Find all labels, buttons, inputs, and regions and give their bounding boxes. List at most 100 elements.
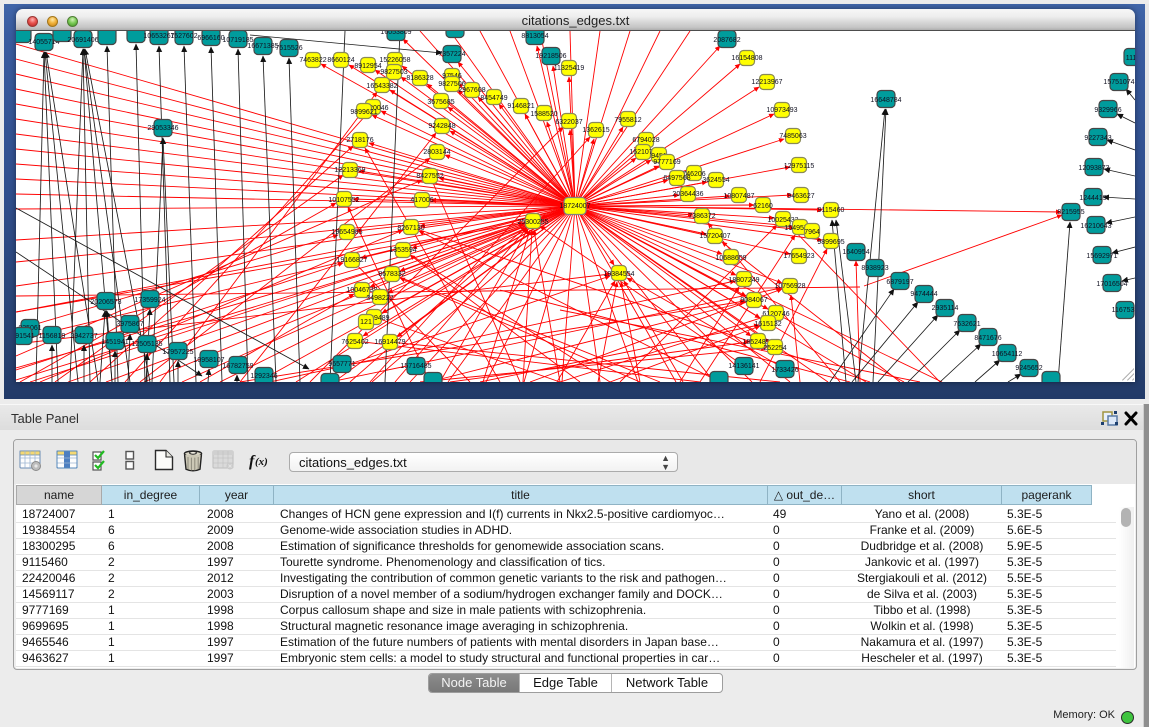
svg-text:7485063: 7485063 <box>779 133 806 140</box>
svg-text:2087682: 2087682 <box>713 37 740 44</box>
svg-text:15716485: 15716485 <box>400 363 431 370</box>
svg-text:1640954: 1640954 <box>842 249 869 256</box>
svg-text:10107552: 10107552 <box>328 197 359 204</box>
svg-text:10756928: 10756928 <box>774 283 805 290</box>
svg-text:3498222: 3498222 <box>366 295 393 302</box>
svg-text:7632621: 7632621 <box>953 321 980 328</box>
svg-text:8186328: 8186328 <box>406 75 433 82</box>
svg-text:20364436: 20364436 <box>672 191 703 198</box>
svg-text:20691406: 20691406 <box>67 37 98 44</box>
svg-text:11325419: 11325419 <box>554 65 585 72</box>
svg-text:9474444: 9474444 <box>910 291 937 298</box>
svg-text:16543382: 16543382 <box>366 83 397 90</box>
svg-text:7463822: 7463822 <box>299 57 326 64</box>
svg-text:12213369: 12213369 <box>334 167 365 174</box>
svg-text:9899621: 9899621 <box>350 109 377 116</box>
svg-text:6966160: 6966160 <box>197 35 224 42</box>
svg-text:15751074: 15751074 <box>1103 79 1134 86</box>
svg-text:391541: 391541 <box>16 333 35 340</box>
svg-text:8427552: 8427552 <box>416 173 443 180</box>
svg-text:2718176: 2718176 <box>346 137 373 144</box>
svg-text:7386372: 7386372 <box>688 213 715 220</box>
svg-text:2967608: 2967608 <box>458 87 485 94</box>
svg-text:9115460: 9115460 <box>818 207 845 214</box>
svg-text:6879197: 6879197 <box>886 279 913 286</box>
svg-text:15720407: 15720407 <box>699 233 730 240</box>
svg-text:7625402: 7625402 <box>341 339 368 346</box>
svg-text:8454749: 8454749 <box>480 95 507 102</box>
svg-text:1167533: 1167533 <box>1112 307 1135 314</box>
svg-text:8471676: 8471676 <box>974 335 1001 342</box>
svg-text:29053346: 29053346 <box>147 125 178 132</box>
svg-text:19654985: 19654985 <box>331 229 362 236</box>
svg-text:17957225: 17957225 <box>162 349 193 356</box>
svg-text:7964: 7964 <box>804 229 820 236</box>
svg-text:19218506: 19218506 <box>535 53 566 60</box>
svg-text:8912954: 8912954 <box>354 63 381 70</box>
svg-text:62160: 62160 <box>753 203 773 210</box>
svg-text:(x): (x) <box>255 456 268 468</box>
svg-text:10973493: 10973493 <box>766 107 797 114</box>
svg-text:9329966: 9329966 <box>1094 107 1121 114</box>
svg-text:12093873: 12093873 <box>1078 165 1109 172</box>
svg-text:16671385: 16671385 <box>247 43 278 50</box>
svg-text:2942737: 2942737 <box>70 333 97 340</box>
svg-text:1615132: 1615132 <box>754 321 781 328</box>
svg-text:12213967: 12213967 <box>751 79 782 86</box>
svg-text:20206573: 20206573 <box>90 299 121 306</box>
svg-text:15226058: 15226058 <box>379 57 410 64</box>
svg-text:19384554: 19384554 <box>603 271 634 278</box>
svg-text:8938923: 8938923 <box>861 265 888 272</box>
svg-text:1244419: 1244419 <box>1079 195 1106 202</box>
svg-text:16053809: 16053809 <box>380 31 411 36</box>
svg-text:3675685: 3675685 <box>427 99 454 106</box>
svg-text:6794028: 6794028 <box>632 137 659 144</box>
svg-text:19166827: 19166827 <box>336 257 367 264</box>
svg-text:1156819: 1156819 <box>39 333 66 340</box>
svg-text:3624554: 3624554 <box>702 177 729 184</box>
svg-text:252254: 252254 <box>763 345 786 352</box>
svg-text:1733426: 1733426 <box>771 367 798 374</box>
svg-text:25300255: 25300255 <box>517 219 548 226</box>
svg-text:9657771: 9657771 <box>328 361 355 368</box>
svg-text:8215955: 8215955 <box>1057 209 1084 216</box>
svg-text:6497568: 6497568 <box>663 175 690 182</box>
svg-text:10654112: 10654112 <box>992 351 1023 358</box>
svg-text:9146821: 9146821 <box>507 103 534 110</box>
svg-text:1588520: 1588520 <box>530 111 557 118</box>
svg-text:1292346: 1292346 <box>250 373 277 380</box>
svg-text:8660124: 8660124 <box>327 57 354 64</box>
svg-text:16782759: 16782759 <box>222 363 253 370</box>
svg-text:15692971: 15692971 <box>1086 253 1117 260</box>
svg-text:121: 121 <box>360 319 372 326</box>
svg-text:10688609: 10688609 <box>715 255 746 262</box>
svg-text:9777169: 9777169 <box>653 159 680 166</box>
svg-text:7357224: 7357224 <box>438 51 465 58</box>
svg-text:18724007: 18724007 <box>559 203 590 210</box>
svg-text:12505135: 12505135 <box>131 341 162 348</box>
svg-text:9242848: 9242848 <box>428 123 455 130</box>
svg-text:7955812: 7955812 <box>614 117 641 124</box>
svg-text:1353594: 1353594 <box>389 247 416 254</box>
svg-text:17654923: 17654923 <box>783 253 814 260</box>
svg-text:17359924: 17359924 <box>134 297 165 304</box>
svg-text:8678332: 8678332 <box>378 271 405 278</box>
svg-text:8267130: 8267130 <box>397 225 424 232</box>
svg-text:9245652: 9245652 <box>1015 365 1042 372</box>
svg-text:1527602: 1527602 <box>170 33 197 40</box>
svg-text:9827503: 9827503 <box>380 69 407 76</box>
svg-text:9227343: 9227343 <box>1084 135 1111 142</box>
svg-text:3975867: 3975867 <box>116 321 143 328</box>
svg-text:12975115: 12975115 <box>784 163 815 170</box>
svg-text:9084067: 9084067 <box>740 297 767 304</box>
svg-text:1362615: 1362615 <box>582 127 609 134</box>
svg-text:2935114: 2935114 <box>932 305 959 312</box>
svg-text:6322037: 6322037 <box>555 119 582 126</box>
svg-text:16154808: 16154808 <box>731 55 762 62</box>
svg-text:16648784: 16648784 <box>870 97 901 104</box>
svg-text:16210643: 16210643 <box>1080 223 1111 230</box>
svg-text:1451941: 1451941 <box>101 339 128 346</box>
svg-text:14136141: 14136141 <box>728 363 759 370</box>
svg-text:2803144: 2803144 <box>423 149 450 156</box>
svg-text:10958107: 10958107 <box>193 357 224 364</box>
